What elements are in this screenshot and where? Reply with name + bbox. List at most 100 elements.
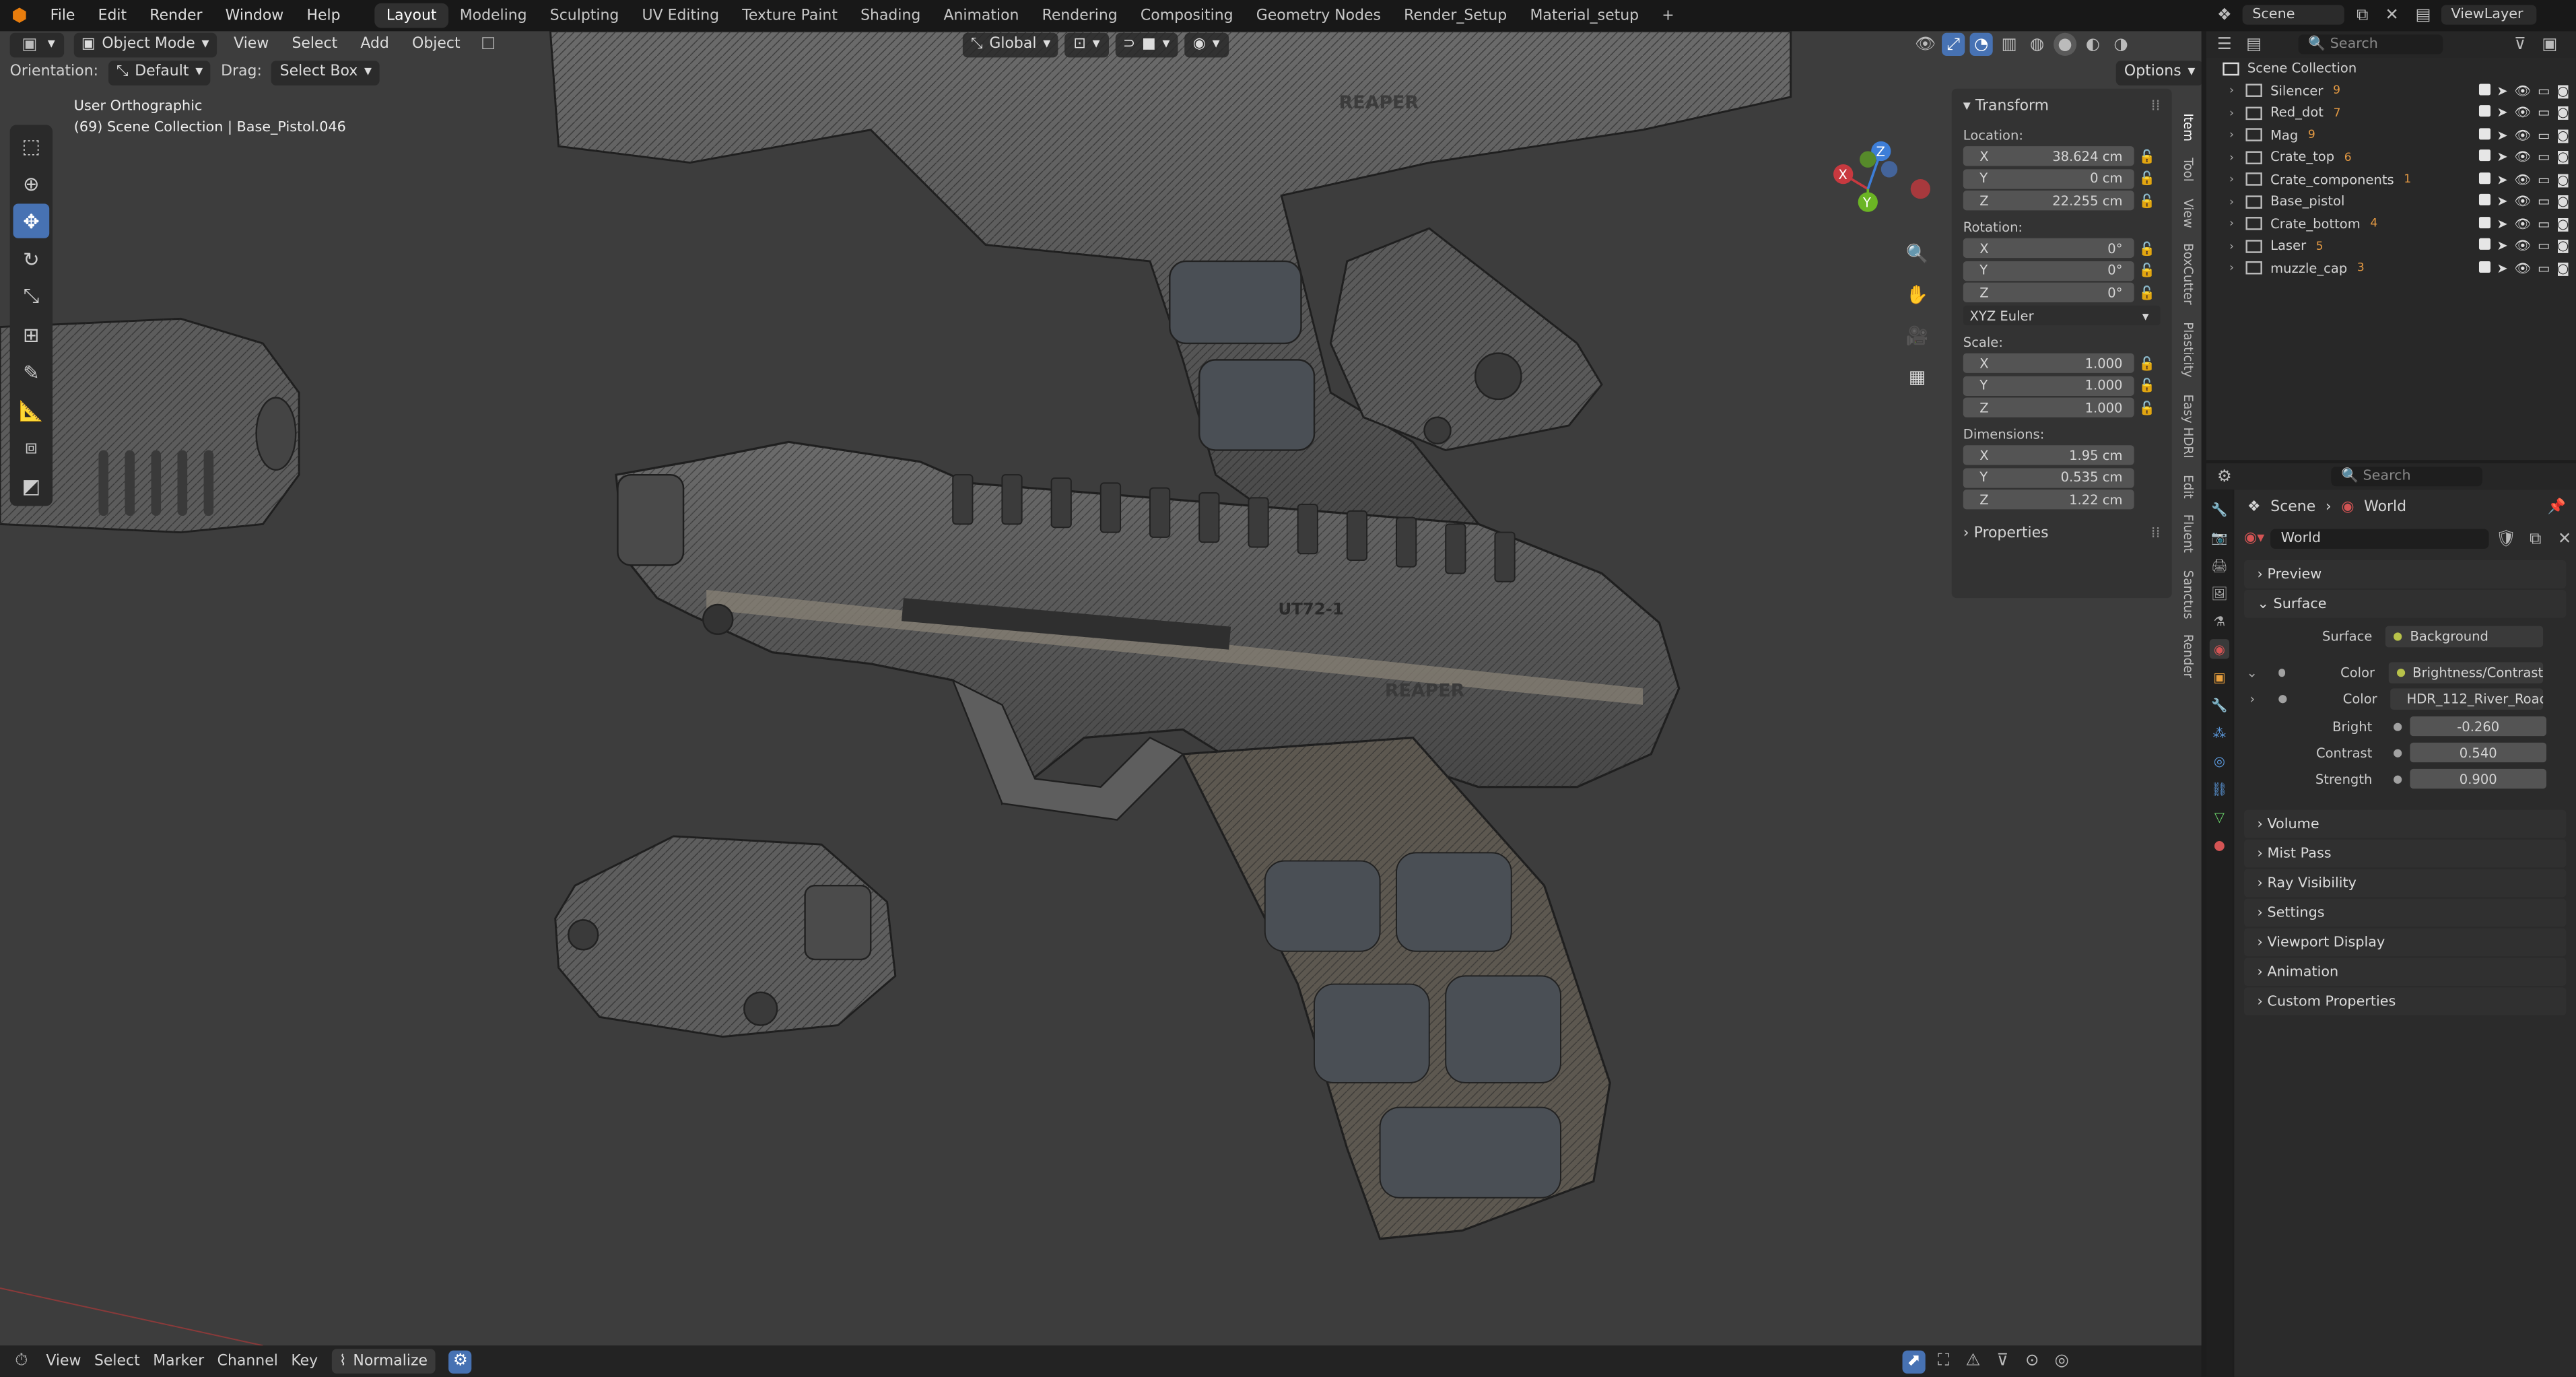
blender-logo-icon[interactable]: ⬢ bbox=[0, 0, 39, 31]
select-arrow-icon[interactable]: ➤ bbox=[2497, 195, 2507, 209]
filter-icon[interactable]: ⊽ bbox=[1991, 1349, 2014, 1372]
select-arrow-icon[interactable]: ➤ bbox=[2497, 172, 2507, 187]
timeline-editor-icon[interactable]: ⏱ bbox=[10, 1349, 33, 1372]
sidebar-tab-render[interactable]: Render bbox=[2181, 635, 2196, 679]
world-browse-icon[interactable]: ◉▾ bbox=[2244, 531, 2264, 547]
new-collection-icon[interactable]: ▣ bbox=[2538, 33, 2561, 56]
camera-icon[interactable]: ◙ bbox=[2556, 128, 2569, 143]
view-layer-tab-icon[interactable]: 🖼 bbox=[2210, 583, 2229, 603]
modifier-tab-icon[interactable]: 🔧 bbox=[2210, 695, 2229, 714]
3d-viewport[interactable]: REAPER UT72-1 REAPER ▣ ▾ ▣ Object Mode ▾… bbox=[0, 31, 2202, 1346]
rendered-shading-icon[interactable]: ◑ bbox=[2109, 33, 2132, 56]
physics-tab-icon[interactable]: ◎ bbox=[2210, 751, 2229, 770]
breadcrumb-scene[interactable]: Scene bbox=[2270, 500, 2315, 516]
timeline-menu-key[interactable]: Key bbox=[291, 1353, 318, 1369]
include-checkbox[interactable] bbox=[2478, 194, 2490, 206]
eye-icon[interactable]: 👁 bbox=[2514, 195, 2531, 209]
proportional-edit-toggle[interactable]: ◉ ▾ bbox=[1184, 32, 1228, 57]
tab-layout[interactable]: Layout bbox=[374, 3, 448, 28]
sidebar-tab-boxcutter[interactable]: BoxCutter bbox=[2181, 244, 2196, 306]
monitor-icon[interactable]: ▭ bbox=[2538, 216, 2550, 231]
include-checkbox[interactable] bbox=[2478, 83, 2490, 95]
tab-texture-paint[interactable]: Texture Paint bbox=[731, 3, 849, 28]
breadcrumb-world[interactable]: World bbox=[2364, 500, 2406, 516]
camera-icon[interactable]: ◙ bbox=[2556, 83, 2569, 98]
add-workspace-icon[interactable]: + bbox=[1650, 3, 1686, 28]
wireframe-shading-icon[interactable]: ◍ bbox=[2026, 33, 2049, 56]
scale-tool-icon[interactable]: ⤡ bbox=[13, 279, 50, 314]
outliner-search-input[interactable]: 🔍 Search bbox=[2298, 34, 2443, 55]
panel-surface[interactable]: ⌄ Surface bbox=[2244, 589, 2567, 618]
data-tab-icon[interactable]: ▽ bbox=[2210, 807, 2229, 826]
list-item[interactable]: › muzzle_cap 3 ➤ 👁 ▭ ◙ bbox=[2206, 257, 2576, 279]
timeline-menu-channel[interactable]: Channel bbox=[217, 1353, 278, 1369]
overlays-icon[interactable]: ◔ bbox=[1969, 32, 1993, 56]
collapse-icon[interactable]: ⌄ bbox=[2234, 665, 2270, 679]
monitor-icon[interactable]: ▭ bbox=[2538, 150, 2550, 165]
editor-type-button[interactable]: ▣ ▾ bbox=[9, 32, 64, 57]
expand-icon[interactable]: › bbox=[2229, 84, 2245, 98]
tab-uv-editing[interactable]: UV Editing bbox=[630, 3, 731, 28]
contrast-field[interactable]: 0.540 bbox=[2410, 742, 2546, 763]
only-selected-icon[interactable]: ⬈ bbox=[1902, 1349, 1926, 1373]
monitor-icon[interactable]: ▭ bbox=[2538, 106, 2550, 121]
hidden-icon[interactable]: ⛶ bbox=[1932, 1349, 1955, 1372]
add-cube-tool-icon[interactable]: ⧈ bbox=[13, 430, 50, 465]
camera-view-icon[interactable]: 🎥 bbox=[1903, 321, 1932, 350]
eye-icon[interactable]: 👁 bbox=[2514, 172, 2531, 187]
select-box-tool-icon[interactable]: ⬚ bbox=[13, 128, 50, 162]
drag-handle-icon[interactable]: ⁞⁞ bbox=[2151, 526, 2161, 542]
outliner-filter-icon[interactable]: ⊽ bbox=[2509, 33, 2532, 56]
render-tab-icon[interactable]: 📷 bbox=[2210, 527, 2229, 547]
list-item[interactable]: › Silencer 9 ➤ 👁 ▭ ◙ bbox=[2206, 79, 2576, 102]
sidebar-tab-item[interactable]: Item bbox=[2181, 113, 2196, 141]
expand-icon[interactable]: › bbox=[2229, 173, 2245, 187]
timeline-menu-view[interactable]: View bbox=[46, 1353, 81, 1369]
material-tab-icon[interactable]: ● bbox=[2210, 835, 2229, 854]
boxcutter-tool-icon[interactable]: ◩ bbox=[13, 468, 50, 502]
tab-material-setup[interactable]: Material_setup bbox=[1518, 3, 1650, 28]
dimensions-z-field[interactable]: Z 1.22 cm bbox=[1963, 490, 2161, 510]
include-checkbox[interactable] bbox=[2478, 238, 2490, 250]
select-arrow-icon[interactable]: ➤ bbox=[2497, 216, 2507, 231]
new-scene-icon[interactable]: ⧉ bbox=[2351, 3, 2374, 26]
select-arrow-icon[interactable]: ➤ bbox=[2497, 128, 2507, 143]
scale-y-field[interactable]: Y 1.000 🔓 bbox=[1963, 375, 2161, 395]
scene-collection-row[interactable]: Scene Collection bbox=[2206, 57, 2576, 79]
measure-tool-icon[interactable]: 📐 bbox=[13, 393, 50, 427]
include-checkbox[interactable] bbox=[2478, 261, 2490, 273]
zoom-icon[interactable]: 🔍 bbox=[1903, 238, 1932, 268]
eye-icon[interactable]: 👁 bbox=[2514, 238, 2531, 253]
camera-icon[interactable]: ◙ bbox=[2556, 261, 2569, 275]
bright-field[interactable]: -0.260 bbox=[2410, 716, 2546, 737]
menu-file[interactable]: File bbox=[39, 0, 87, 31]
menu-window[interactable]: Window bbox=[214, 0, 296, 31]
include-checkbox[interactable] bbox=[2478, 127, 2490, 139]
camera-icon[interactable]: ◙ bbox=[2556, 238, 2569, 253]
timeline-menu-marker[interactable]: Marker bbox=[153, 1353, 204, 1369]
visibility-icon[interactable]: 👁 bbox=[1914, 33, 1937, 56]
pan-hand-icon[interactable]: ✋ bbox=[1903, 279, 1932, 309]
monitor-icon[interactable]: ▭ bbox=[2538, 83, 2550, 98]
pin-icon[interactable]: 📌 bbox=[2548, 500, 2566, 516]
monitor-icon[interactable]: ▭ bbox=[2538, 238, 2550, 253]
proportional-timeline-icon[interactable]: ◎ bbox=[2050, 1349, 2073, 1372]
rotation-z-field[interactable]: Z 0° 🔓 bbox=[1963, 282, 2161, 302]
list-item[interactable]: › Base_pistol ➤ 👁 ▭ ◙ bbox=[2206, 191, 2576, 213]
lock-icon[interactable]: 🔓 bbox=[2134, 285, 2161, 300]
monitor-icon[interactable]: ▭ bbox=[2538, 172, 2550, 187]
delete-scene-icon[interactable]: ✕ bbox=[2381, 3, 2404, 26]
select-arrow-icon[interactable]: ➤ bbox=[2497, 83, 2507, 98]
tab-modeling[interactable]: Modeling bbox=[448, 3, 539, 28]
lock-icon[interactable]: 🔓 bbox=[2134, 263, 2161, 277]
include-checkbox[interactable] bbox=[2478, 216, 2490, 228]
orientation-setting-dropdown[interactable]: ⤡ Default ▾ bbox=[108, 60, 211, 85]
eye-icon[interactable]: 👁 bbox=[2514, 261, 2531, 275]
normalize-settings-icon[interactable]: ⚙ bbox=[448, 1349, 472, 1373]
annotate-tool-icon[interactable]: ✎ bbox=[13, 355, 50, 389]
snapping-icon[interactable]: ⊙ bbox=[2021, 1349, 2043, 1372]
scene-tab-icon[interactable]: ⚗ bbox=[2210, 611, 2229, 631]
lock-icon[interactable]: 🔓 bbox=[2134, 400, 2161, 415]
include-checkbox[interactable] bbox=[2478, 172, 2490, 184]
expand-icon[interactable]: › bbox=[2229, 151, 2245, 164]
